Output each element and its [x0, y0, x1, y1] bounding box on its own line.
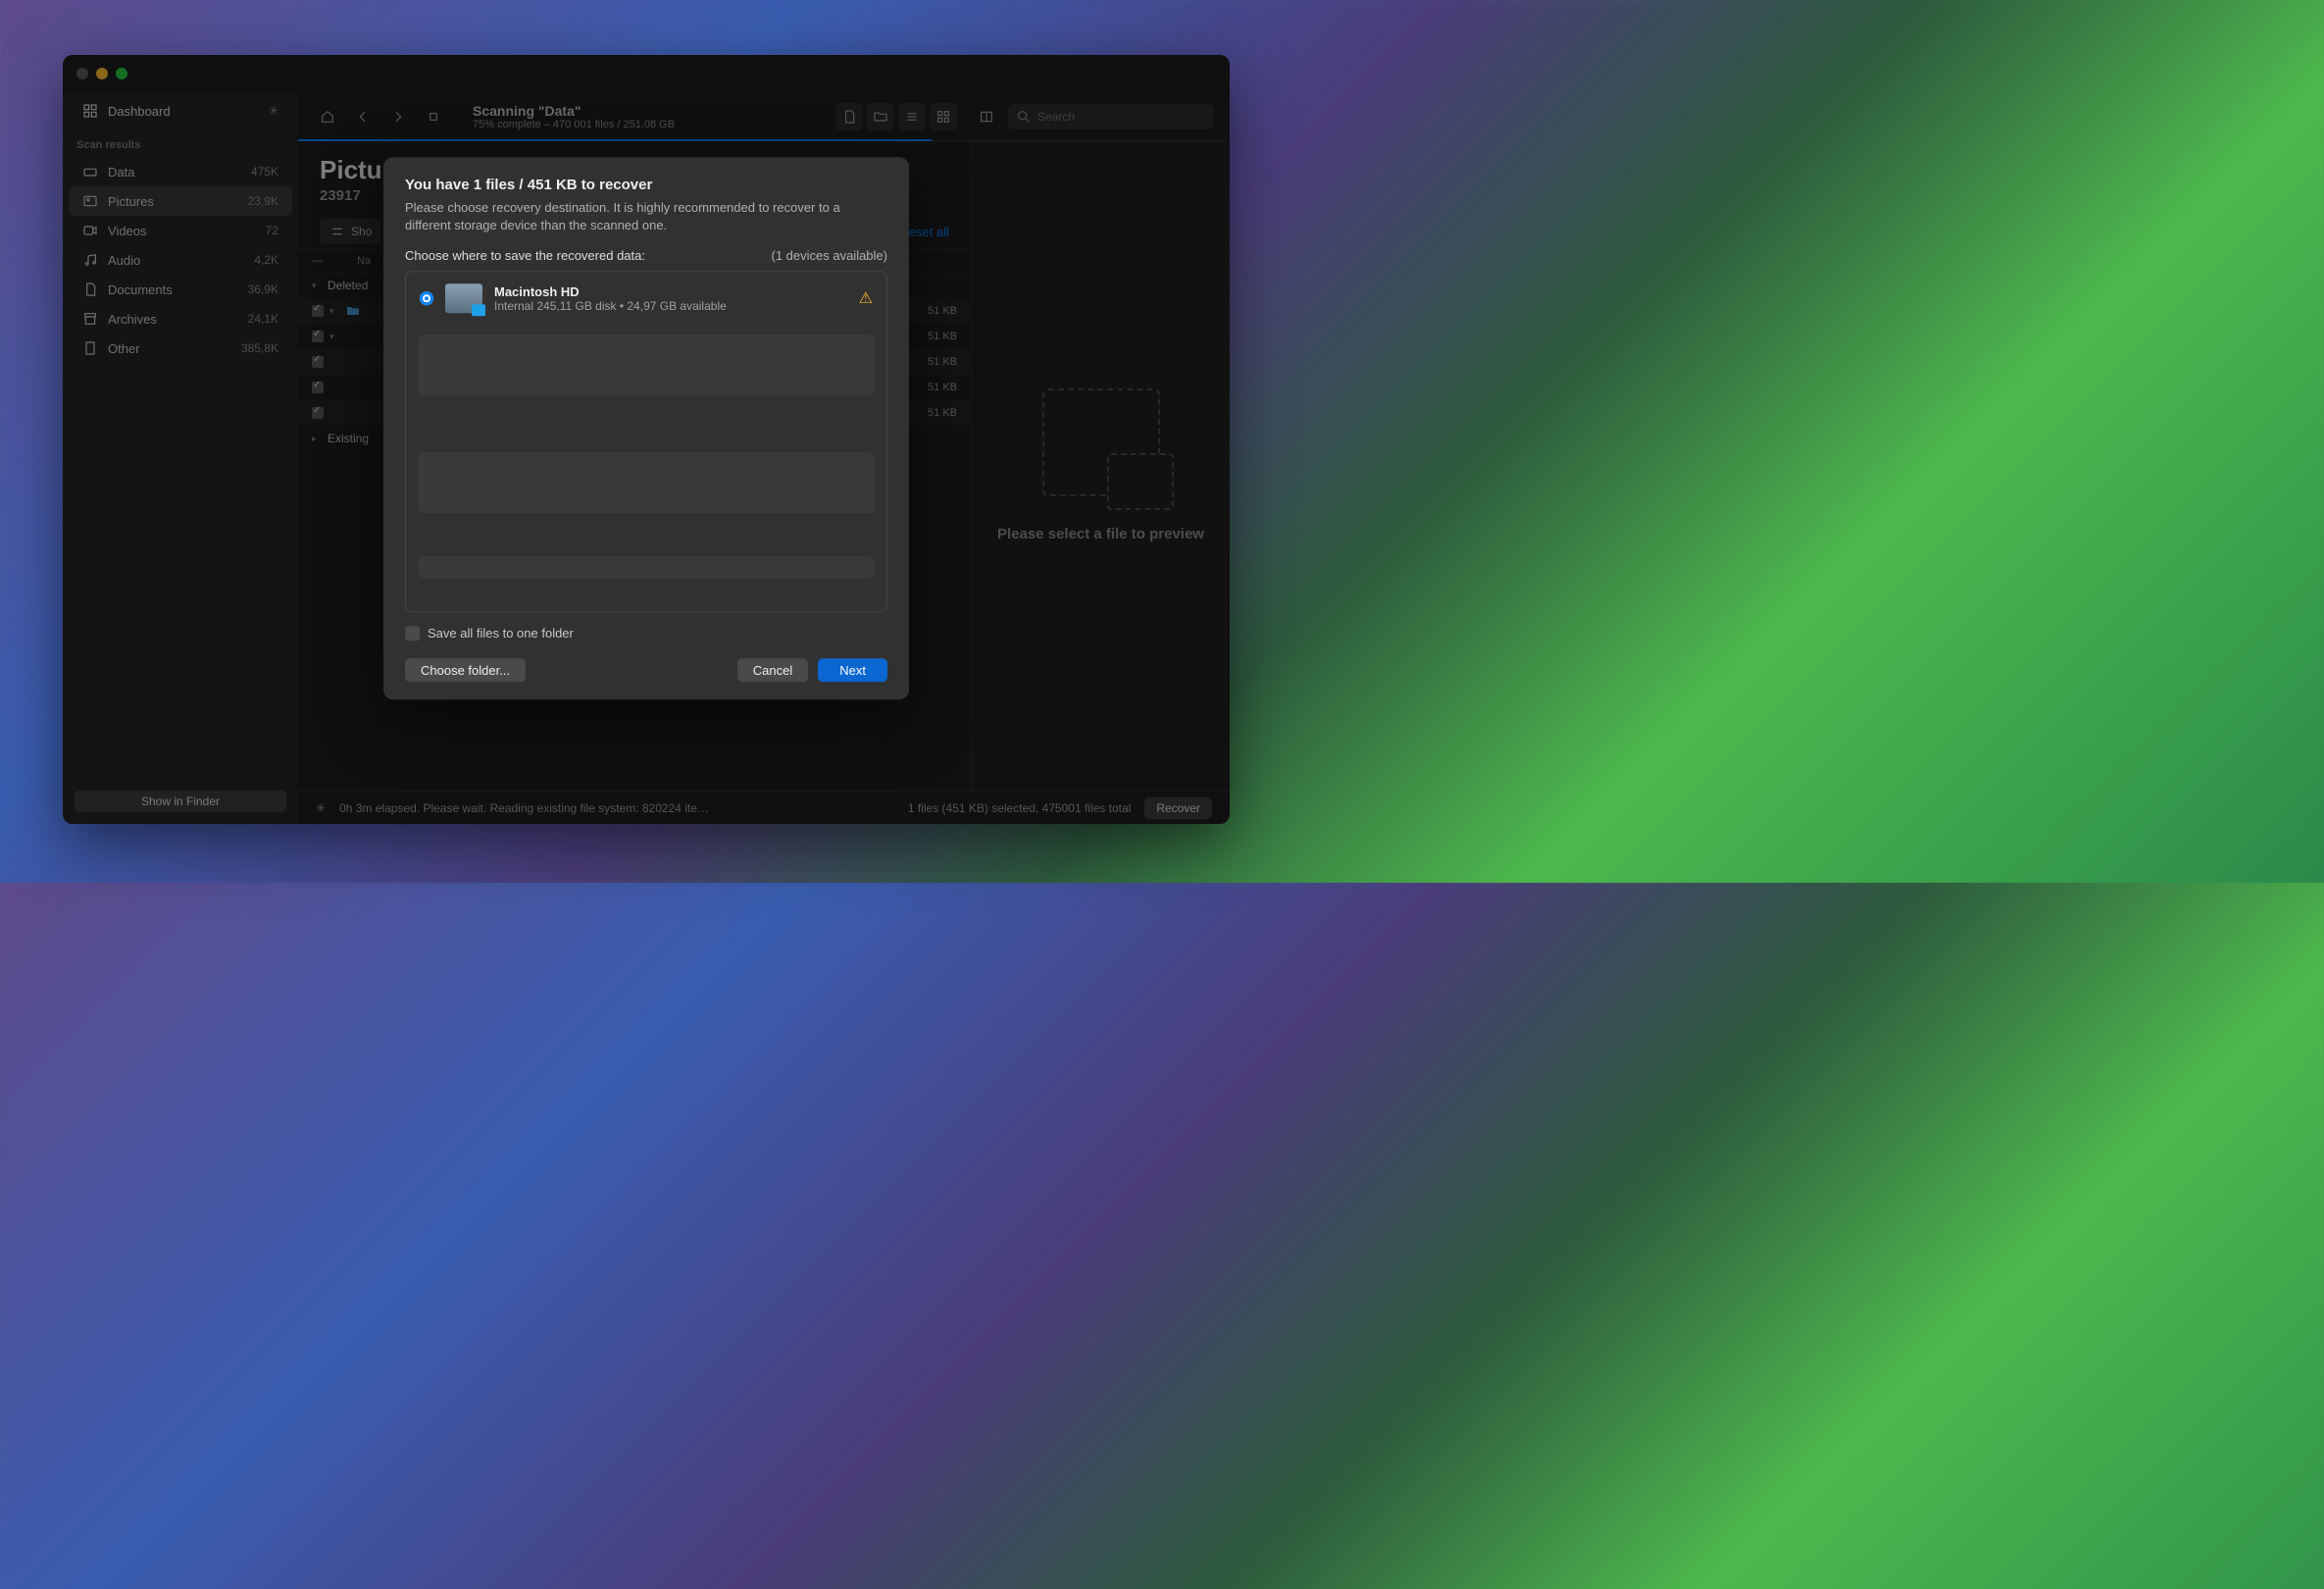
- next-button[interactable]: Next: [818, 659, 887, 683]
- app-window: Dashboard ✳ Scan results Data 475K Pictu…: [63, 55, 1230, 824]
- destination-option[interactable]: Macintosh HD Internal 245,11 GB disk • 2…: [406, 273, 886, 326]
- destination-radio[interactable]: [420, 292, 433, 306]
- save-one-folder-option[interactable]: Save all files to one folder: [405, 627, 887, 641]
- destination-list: Macintosh HD Internal 245,11 GB disk • 2…: [405, 272, 887, 613]
- save-one-folder-label: Save all files to one folder: [428, 627, 574, 641]
- recovery-destination-dialog: You have 1 files / 451 KB to recover Ple…: [383, 157, 909, 699]
- choose-folder-button[interactable]: Choose folder...: [405, 659, 526, 683]
- modal-title: You have 1 files / 451 KB to recover: [405, 177, 887, 193]
- destination-detail: Internal 245,11 GB disk • 24,97 GB avail…: [494, 299, 727, 313]
- devices-available-label: (1 devices available): [771, 249, 887, 264]
- modal-description: Please choose recovery destination. It i…: [405, 199, 887, 234]
- destination-placeholder: [418, 335, 875, 396]
- cancel-button[interactable]: Cancel: [737, 659, 808, 683]
- save-one-folder-checkbox[interactable]: [405, 627, 420, 641]
- destination-name: Macintosh HD: [494, 284, 727, 299]
- choose-destination-label: Choose where to save the recovered data:: [405, 249, 645, 264]
- warning-icon: ⚠: [859, 289, 873, 309]
- destination-placeholder: [418, 557, 875, 579]
- hard-drive-icon: [445, 284, 482, 314]
- destination-placeholder: [418, 453, 875, 514]
